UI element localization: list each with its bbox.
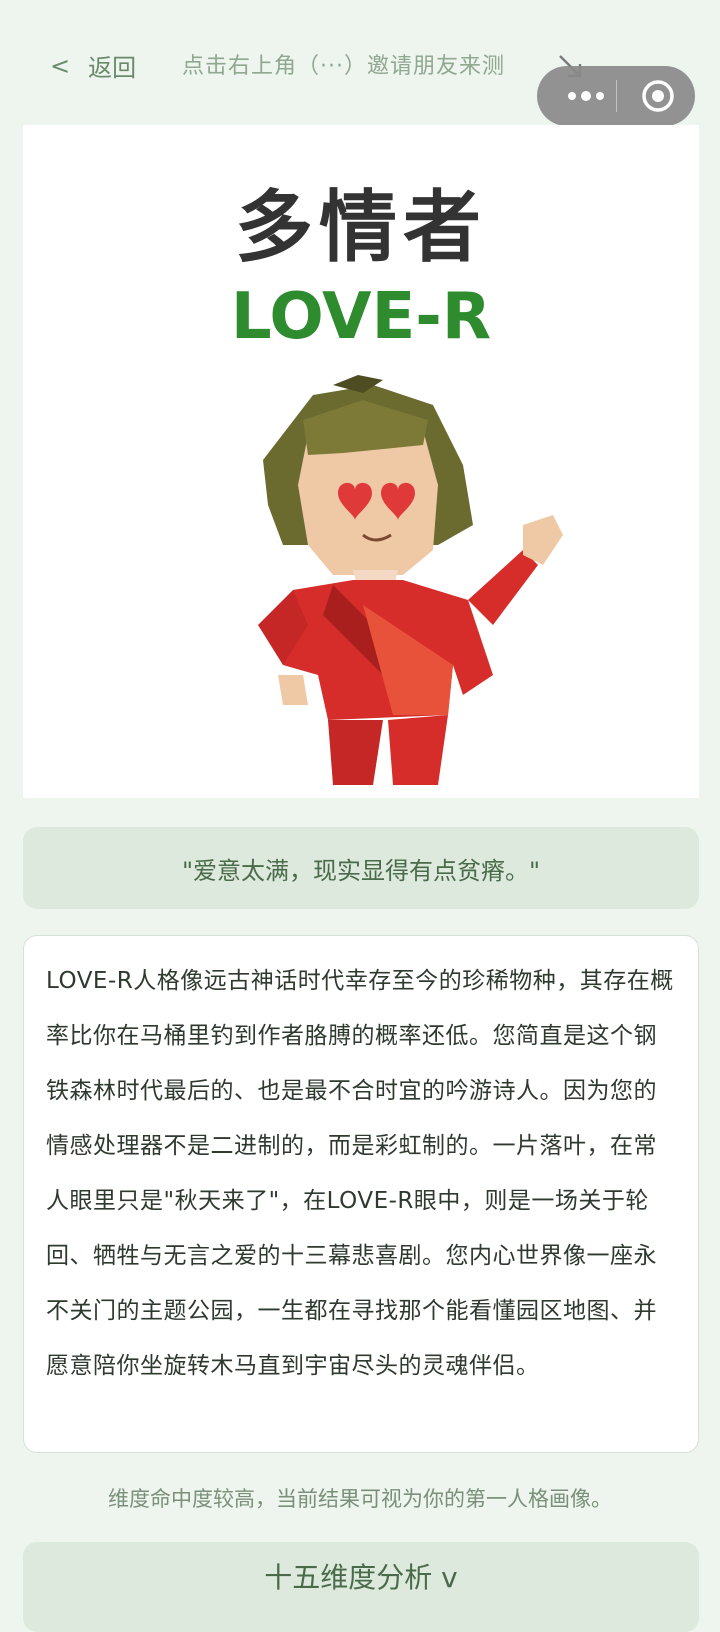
mini-program-capsule bbox=[537, 66, 695, 126]
capsule-divider bbox=[616, 80, 617, 112]
match-note: 维度命中度较高，当前结果可视为你的第一人格画像。 bbox=[108, 1487, 612, 1511]
character-illustration bbox=[258, 375, 563, 785]
top-bar: < 返回 点击右上角（···）邀请朋友来测 bbox=[0, 0, 720, 126]
chevron-left-icon: < bbox=[50, 51, 71, 80]
description-text: LOVE-R人格像远古神话时代幸存至今的珍稀物种，其存在概率比你在马桶里钓到作者… bbox=[46, 968, 674, 1379]
dimensions-analysis-label: 十五维度分析 v bbox=[264, 1561, 458, 1594]
personality-code: LOVE-R bbox=[230, 280, 492, 354]
personality-hero-image: 多情者 LOVE-R bbox=[23, 125, 699, 798]
back-label: 返回 bbox=[88, 54, 137, 82]
dimensions-analysis-toggle[interactable]: 十五维度分析 v bbox=[23, 1542, 699, 1632]
share-hint: 点击右上角（···）邀请朋友来测 bbox=[182, 54, 505, 79]
target-circle-icon[interactable] bbox=[632, 66, 684, 126]
personality-title: 多情者 bbox=[234, 183, 487, 273]
more-dots-icon[interactable] bbox=[557, 66, 615, 126]
personality-quote: "爱意太满，现实显得有点贫瘠。" bbox=[23, 827, 699, 909]
description-card: LOVE-R人格像远古神话时代幸存至今的珍稀物种，其存在概率比你在马桶里钓到作者… bbox=[23, 935, 699, 1453]
back-button[interactable]: < 返回 bbox=[50, 48, 136, 83]
